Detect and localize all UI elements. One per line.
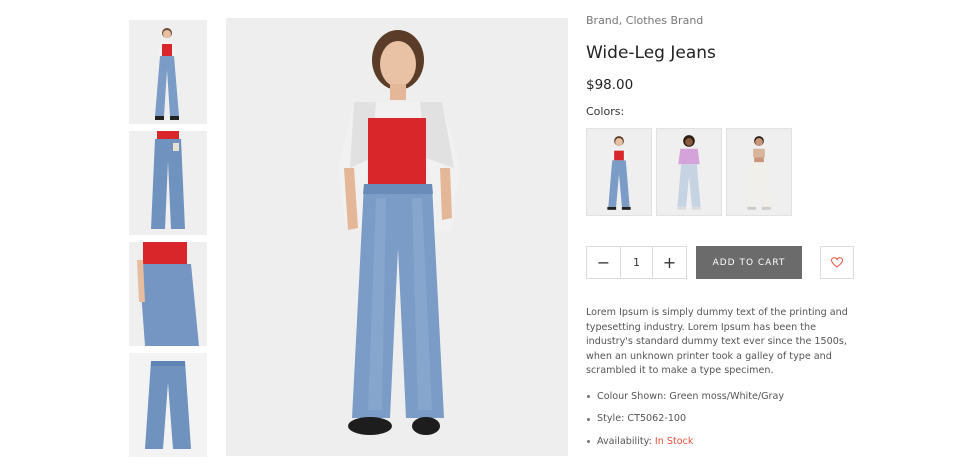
spec-colour-shown-text: Colour Shown: Green moss/White/Gray [597,390,785,402]
quantity-stepper: − 1 + [586,246,687,279]
bullet-icon [587,395,590,398]
product-title: Wide-Leg Jeans [586,43,716,63]
product-specs: Colour Shown: Green moss/White/Gray Styl… [586,390,886,449]
swatch-white-jeans-image [727,129,791,215]
decrease-quantity-button[interactable]: − [587,247,620,278]
product-price: $98.00 [586,77,634,93]
thumbnail-full-body[interactable] [129,20,207,124]
spec-style: Style: CT5062-100 [586,412,886,426]
quantity-input[interactable]: 1 [620,247,653,278]
brand-breadcrumb[interactable]: Brand, Clothes Brand [586,12,886,30]
heart-icon [831,257,843,268]
swatch-red-top-blue-jeans-image [587,129,651,215]
color-swatch-green-moss[interactable] [586,128,652,216]
swatch-lilac-top-light-jeans-image [657,129,721,215]
colors-label: Colors: [586,105,625,118]
spec-style-text: Style: CT5062-100 [597,413,687,424]
color-swatch-gray[interactable] [726,128,792,216]
availability-status: In Stock [654,435,694,447]
increase-quantity-button[interactable]: + [653,247,686,278]
main-product-image [226,18,568,456]
model-wearing-jeans-image [226,18,568,456]
add-to-cart-row: − 1 + ADD TO CART [586,246,886,279]
bullet-icon [587,417,590,421]
color-swatches [586,128,886,216]
add-to-cart-button[interactable]: ADD TO CART [696,246,802,279]
bullet-icon [587,440,590,443]
color-swatch-white[interactable] [656,128,722,216]
spec-availability: Availability: In Stock [586,435,886,449]
product-description: Lorem Ipsum is simply dummy text of the … [586,307,848,376]
thumbnail-flat-lay[interactable] [129,353,207,457]
thumbnail-gallery [129,20,207,464]
thumbnail-back-view-image [129,131,207,235]
thumbnail-side-detail[interactable] [129,242,207,346]
availability-label: Availability: [597,435,652,447]
product-info: Brand, Clothes Brand Wide-Leg Jeans $98.… [586,12,886,457]
thumbnail-flat-lay-image [129,353,207,457]
spec-colour-shown: Colour Shown: Green moss/White/Gray [586,390,886,404]
thumbnail-full-body-image [129,20,207,124]
thumbnail-side-detail-image [129,242,207,346]
thumbnail-back-view[interactable] [129,131,207,235]
wishlist-button[interactable] [820,246,854,279]
